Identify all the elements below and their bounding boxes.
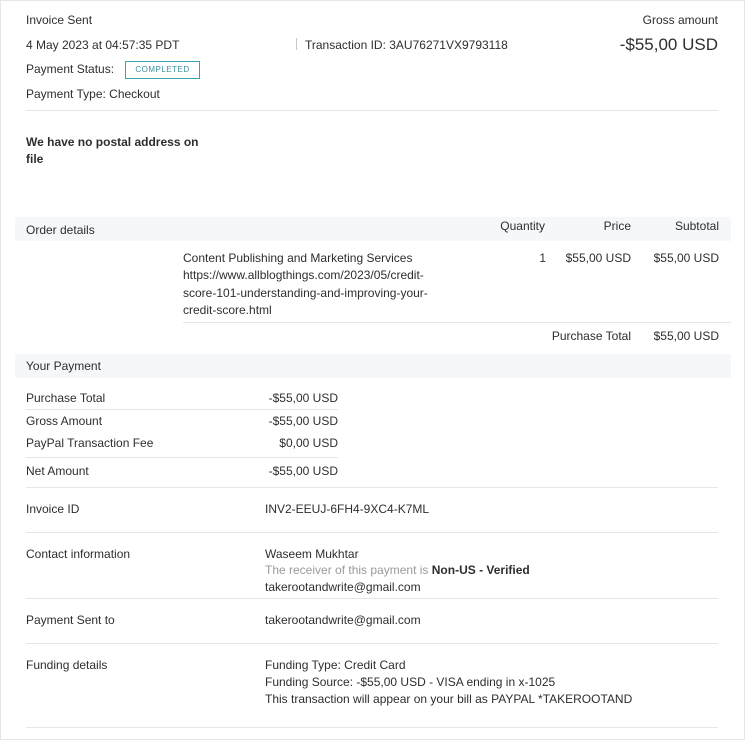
divider	[26, 110, 718, 111]
subtotal-header: Subtotal	[674, 219, 719, 233]
receiver-text: The receiver of this payment is	[265, 563, 429, 577]
divider	[26, 532, 718, 533]
page-title: Invoice Sent	[26, 13, 93, 27]
gross-amount-label: Gross amount	[642, 13, 718, 27]
funding-details-label: Funding details	[26, 658, 108, 672]
invoice-id-value: INV2-EEUJ-6FH4-9XC4-K7ML	[265, 502, 430, 516]
divider	[26, 487, 718, 488]
payment-status-label: Payment Status:	[26, 62, 115, 76]
divider	[26, 643, 718, 644]
item-subtotal: $55,00 USD	[653, 251, 719, 265]
invoice-id-label: Invoice ID	[26, 502, 80, 516]
payment-row-value: -$55,00 USD	[268, 414, 338, 428]
payment-row-label: Purchase Total	[26, 391, 106, 405]
status-badge: COMPLETED	[125, 61, 200, 79]
divider	[26, 457, 338, 458]
quantity-header: Quantity	[500, 219, 545, 233]
receiver-status: Non-US - Verified	[431, 563, 530, 577]
funding-type: Funding Type: Credit Card	[265, 658, 406, 672]
divider	[26, 409, 338, 410]
your-payment-header	[15, 354, 731, 378]
item-name: Content Publishing and Marketing Service…	[183, 251, 413, 265]
divider	[26, 727, 718, 728]
payment-row-label: Net Amount	[26, 464, 89, 478]
item-price: $55,00 USD	[565, 251, 631, 265]
funding-statement: This transaction will appear on your bil…	[265, 692, 633, 706]
address-line-1: We have no postal address on	[26, 135, 199, 149]
receiver-status-line: The receiver of this payment is Non-US -…	[265, 563, 530, 577]
your-payment-title: Your Payment	[26, 359, 101, 373]
item-url-line-3: credit-score.html	[183, 303, 272, 317]
transaction-id: Transaction ID: 3AU76271VX9793118	[305, 38, 508, 52]
header-divider	[296, 38, 297, 50]
transaction-datetime: 4 May 2023 at 04:57:35 PDT	[26, 38, 180, 52]
price-header: Price	[603, 219, 631, 233]
contact-name: Waseem Mukhtar	[265, 547, 359, 561]
item-url-line-1: https://www.allblogthings.com/2023/05/cr…	[183, 268, 424, 282]
divider	[26, 598, 718, 599]
purchase-total-label: Purchase Total	[551, 329, 631, 343]
address-line-2: file	[26, 152, 44, 166]
payment-sent-to-value: takerootandwrite@gmail.com	[265, 613, 421, 627]
payment-sent-to-label: Payment Sent to	[26, 613, 115, 627]
gross-amount-value: -$55,00 USD	[619, 35, 718, 54]
payment-row-label: Gross Amount	[26, 414, 103, 428]
divider	[183, 322, 731, 323]
contact-info-label: Contact information	[26, 547, 131, 561]
payment-row-label: PayPal Transaction Fee	[26, 436, 154, 450]
funding-source: Funding Source: -$55,00 USD - VISA endin…	[265, 675, 556, 689]
payment-row-value: $0,00 USD	[279, 436, 338, 450]
payment-row-value: -$55,00 USD	[268, 464, 338, 478]
order-details-title: Order details	[26, 223, 95, 237]
item-url-line-2: score-101-understanding-and-improving-yo…	[183, 286, 428, 300]
payment-row-value: -$55,00 USD	[268, 391, 338, 405]
item-quantity: 1	[539, 251, 546, 265]
payment-type: Payment Type: Checkout	[26, 87, 160, 101]
contact-email: takerootandwrite@gmail.com	[265, 580, 421, 594]
purchase-total-value: $55,00 USD	[653, 329, 719, 343]
